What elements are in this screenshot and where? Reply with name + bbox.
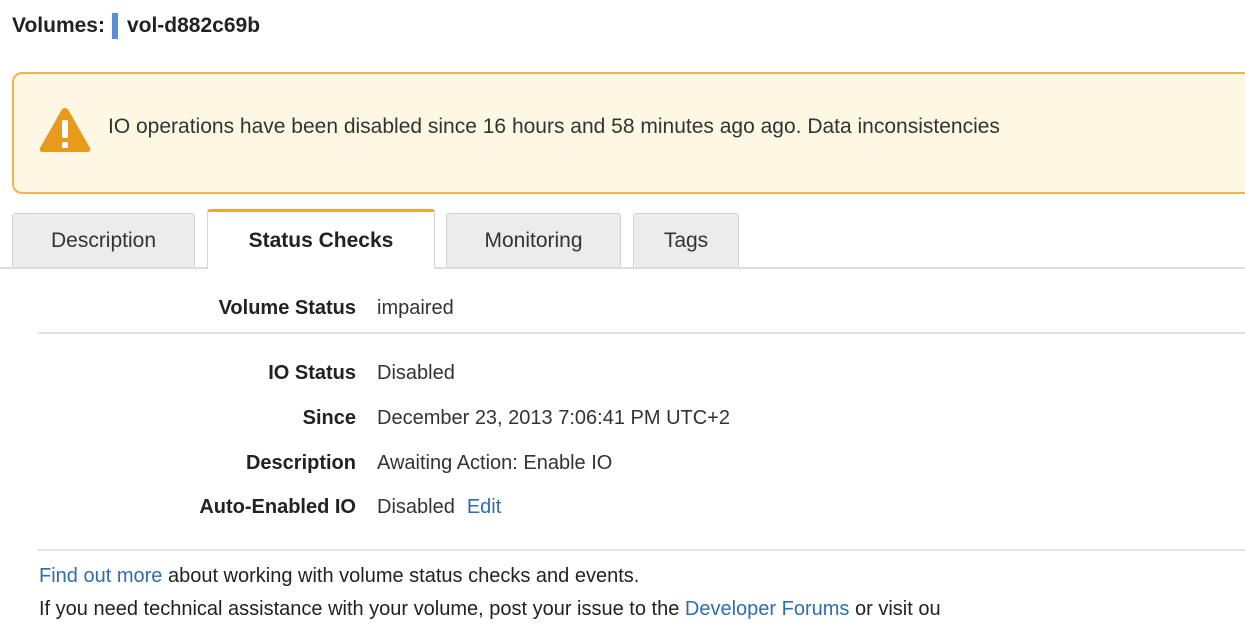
tab-monitoring[interactable]: Monitoring	[446, 213, 621, 267]
find-out-more-line: Find out more about working with volume …	[39, 565, 639, 588]
volume-id-marker	[111, 13, 118, 39]
tabs-baseline	[0, 267, 1245, 269]
detail-tabs: Description Status Checks Monitoring Tag…	[0, 209, 1245, 269]
tab-tags[interactable]: Tags	[633, 213, 739, 267]
developer-forums-link[interactable]: Developer Forums	[685, 598, 850, 620]
auto-enabled-io-row: Auto-Enabled IO Disabled Edit	[0, 496, 1245, 526]
volume-status-row: Volume Status impaired	[0, 297, 1245, 327]
edit-auto-enabled-io-link[interactable]: Edit	[467, 496, 501, 518]
page-header: Volumes: vol-d882c69b	[12, 11, 260, 41]
tab-status-checks[interactable]: Status Checks	[207, 209, 435, 269]
auto-enabled-io-value-wrap: Disabled Edit	[377, 496, 501, 519]
since-value: December 23, 2013 7:06:41 PM UTC+2	[377, 407, 730, 429]
assistance-prefix-text: If you need technical assistance with yo…	[39, 598, 685, 620]
section-divider	[38, 332, 1245, 334]
description-row: Description Awaiting Action: Enable IO	[0, 452, 1245, 482]
warning-message: IO operations have been disabled since 1…	[108, 115, 1000, 138]
assistance-suffix-text: or visit ou	[849, 598, 941, 620]
io-status-label: IO Status	[268, 362, 356, 384]
io-status-value: Disabled	[377, 362, 455, 384]
description-label: Description	[245, 452, 356, 474]
auto-enabled-io-value: Disabled	[377, 496, 455, 518]
io-disabled-warning-banner: IO operations have been disabled since 1…	[12, 72, 1245, 194]
auto-enabled-io-label: Auto-Enabled IO	[199, 496, 356, 518]
page-title: Volumes:	[12, 14, 105, 37]
description-value: Awaiting Action: Enable IO	[377, 452, 613, 474]
warning-triangle-icon	[39, 108, 91, 152]
footer-divider	[38, 549, 1245, 551]
io-status-row: IO Status Disabled	[0, 362, 1245, 392]
volume-details-page: Volumes: vol-d882c69b IO operations have…	[0, 0, 1245, 626]
technical-assistance-line: If you need technical assistance with yo…	[39, 598, 941, 621]
since-label: Since	[302, 407, 356, 429]
since-row: Since December 23, 2013 7:06:41 PM UTC+2	[0, 407, 1245, 437]
volume-id: vol-d882c69b	[126, 14, 261, 37]
find-out-more-text: about working with volume status checks …	[162, 565, 640, 587]
volume-status-value: impaired	[377, 297, 454, 319]
tab-description[interactable]: Description	[12, 213, 195, 267]
find-out-more-link[interactable]: Find out more	[39, 565, 162, 587]
volume-status-label: Volume Status	[218, 297, 356, 319]
